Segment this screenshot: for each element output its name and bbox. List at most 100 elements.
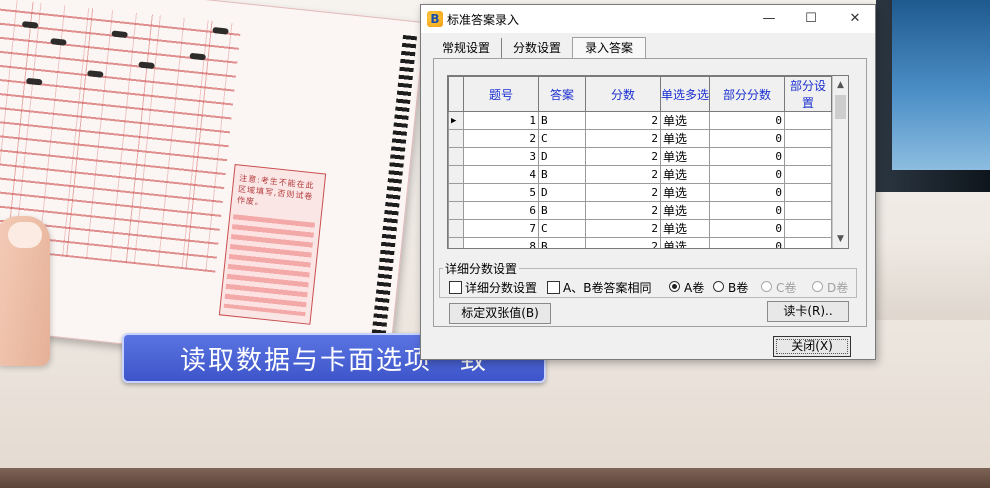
cell-score[interactable]: 2 <box>585 111 661 130</box>
calibrate-double-sheet-button[interactable]: 标定双张值(B) <box>449 303 551 324</box>
cell-question-no[interactable]: 1 <box>463 111 539 130</box>
scroll-down-icon[interactable]: ▼ <box>835 232 846 246</box>
cell-partial-setting[interactable] <box>784 111 832 130</box>
cell-partial-score[interactable]: 0 <box>709 165 785 184</box>
col-header-answer[interactable]: 答案 <box>538 76 586 112</box>
cell-partial-setting[interactable] <box>784 183 832 202</box>
detail-score-checkbox[interactable] <box>449 281 462 294</box>
scroll-thumb[interactable] <box>835 95 846 119</box>
title-bar[interactable]: B 标准答案录入 — ☐ ✕ <box>421 5 875 33</box>
maximize-button[interactable]: ☐ <box>797 9 825 29</box>
cell-partial-score[interactable]: 0 <box>709 111 785 130</box>
grid-header-row: 题号 答案 分数 单选多选 部分分数 部分设置 <box>448 76 832 112</box>
cell-question-no[interactable]: 2 <box>463 129 539 148</box>
table-row[interactable]: 7 C 2 单选 0 <box>448 219 832 238</box>
cell-score[interactable]: 2 <box>585 129 661 148</box>
col-header-question-no[interactable]: 题号 <box>463 76 539 112</box>
cell-partial-setting[interactable] <box>784 129 832 148</box>
table-row[interactable]: 8 B 2 单选 0 <box>448 237 832 248</box>
paper-a-radio[interactable] <box>669 281 680 292</box>
cell-answer[interactable]: C <box>538 129 586 148</box>
close-window-button[interactable]: ✕ <box>841 9 869 29</box>
table-row[interactable]: 5 D 2 单选 0 <box>448 183 832 202</box>
cell-single-multi[interactable]: 单选 <box>660 219 710 238</box>
table-row[interactable]: 4 B 2 单选 0 <box>448 165 832 184</box>
cell-partial-score[interactable]: 0 <box>709 201 785 220</box>
cell-single-multi[interactable]: 单选 <box>660 147 710 166</box>
cell-partial-setting[interactable] <box>784 201 832 220</box>
cell-partial-setting[interactable] <box>784 165 832 184</box>
cell-answer[interactable]: B <box>538 111 586 130</box>
cell-question-no[interactable]: 3 <box>463 147 539 166</box>
cell-answer[interactable]: B <box>538 237 586 248</box>
cell-single-multi[interactable]: 单选 <box>660 201 710 220</box>
answer-entry-dialog: B 标准答案录入 — ☐ ✕ 常规设置 分数设置 录入答案 题号 答案 分数 单… <box>420 4 876 360</box>
cell-answer[interactable]: D <box>538 183 586 202</box>
cell-score[interactable]: 2 <box>585 237 661 248</box>
row-indicator-header <box>448 76 464 112</box>
paper-b-label: B卷 <box>728 281 749 295</box>
cell-answer[interactable]: D <box>538 147 586 166</box>
cell-question-no[interactable]: 7 <box>463 219 539 238</box>
cell-partial-score[interactable]: 0 <box>709 219 785 238</box>
cell-score[interactable]: 2 <box>585 183 661 202</box>
close-button[interactable]: 关闭(X) <box>773 336 851 357</box>
cell-score[interactable]: 2 <box>585 219 661 238</box>
app-logo-icon: B <box>427 11 443 27</box>
col-header-single-multi[interactable]: 单选多选 <box>660 76 710 112</box>
cell-score[interactable]: 2 <box>585 165 661 184</box>
cell-answer[interactable]: B <box>538 201 586 220</box>
cell-single-multi[interactable]: 单选 <box>660 129 710 148</box>
cell-answer[interactable]: C <box>538 219 586 238</box>
detail-score-group-label: 详细分数设置 <box>443 260 520 277</box>
answer-grid[interactable]: 题号 答案 分数 单选多选 部分分数 部分设置 ▶ 1 B 2 单选 0 2 C 2 单选 0 3 D 2… <box>447 75 849 249</box>
cell-answer[interactable]: B <box>538 165 586 184</box>
row-indicator <box>448 183 464 202</box>
read-card-button[interactable]: 读卡(R).. <box>767 301 849 322</box>
cell-question-no[interactable]: 8 <box>463 237 539 248</box>
col-header-partial-score[interactable]: 部分分数 <box>709 76 785 112</box>
monitor-screen-image <box>892 0 990 170</box>
thumbnail-highlight <box>8 222 42 248</box>
cell-single-multi[interactable]: 单选 <box>660 111 710 130</box>
tab-score-settings[interactable]: 分数设置 <box>501 38 572 58</box>
row-indicator <box>448 147 464 166</box>
paper-b-radio[interactable] <box>713 281 724 292</box>
cell-partial-setting[interactable] <box>784 219 832 238</box>
cell-partial-score[interactable]: 0 <box>709 147 785 166</box>
answer-table: 题号 答案 分数 单选多选 部分分数 部分设置 ▶ 1 B 2 单选 0 2 C 2 单选 0 3 D 2… <box>448 76 832 248</box>
cell-partial-setting[interactable] <box>784 147 832 166</box>
col-header-partial-setting[interactable]: 部分设置 <box>784 76 832 112</box>
cell-score[interactable]: 2 <box>585 147 661 166</box>
scroll-up-icon[interactable]: ▲ <box>835 78 846 92</box>
paper-c-radio[interactable] <box>761 281 772 292</box>
row-indicator <box>448 165 464 184</box>
table-row[interactable]: ▶ 1 B 2 单选 0 <box>448 111 832 130</box>
cell-question-no[interactable]: 4 <box>463 165 539 184</box>
grid-vertical-scrollbar[interactable]: ▲ ▼ <box>832 76 848 248</box>
table-row[interactable]: 3 D 2 单选 0 <box>448 147 832 166</box>
minimize-button[interactable]: — <box>755 9 783 29</box>
col-header-score[interactable]: 分数 <box>585 76 661 112</box>
cell-partial-score[interactable]: 0 <box>709 183 785 202</box>
cell-partial-score[interactable]: 0 <box>709 129 785 148</box>
cell-partial-score[interactable]: 0 <box>709 237 785 248</box>
cell-single-multi[interactable]: 单选 <box>660 237 710 248</box>
row-indicator <box>448 219 464 238</box>
table-row[interactable]: 2 C 2 单选 0 <box>448 129 832 148</box>
cell-question-no[interactable]: 5 <box>463 183 539 202</box>
cell-score[interactable]: 2 <box>585 201 661 220</box>
tab-enter-answers[interactable]: 录入答案 <box>572 37 646 59</box>
paper-a-label: A卷 <box>684 281 705 295</box>
window-title: 标准答案录入 <box>447 13 520 27</box>
row-indicator <box>448 237 464 248</box>
cell-single-multi[interactable]: 单选 <box>660 165 710 184</box>
paper-d-radio[interactable] <box>812 281 823 292</box>
detail-score-checkbox-label: 详细分数设置 <box>465 281 538 295</box>
cell-partial-setting[interactable] <box>784 237 832 248</box>
tab-general-settings[interactable]: 常规设置 <box>431 38 501 58</box>
ab-same-checkbox[interactable] <box>547 281 560 294</box>
cell-single-multi[interactable]: 单选 <box>660 183 710 202</box>
cell-question-no[interactable]: 6 <box>463 201 539 220</box>
table-row[interactable]: 6 B 2 单选 0 <box>448 201 832 220</box>
